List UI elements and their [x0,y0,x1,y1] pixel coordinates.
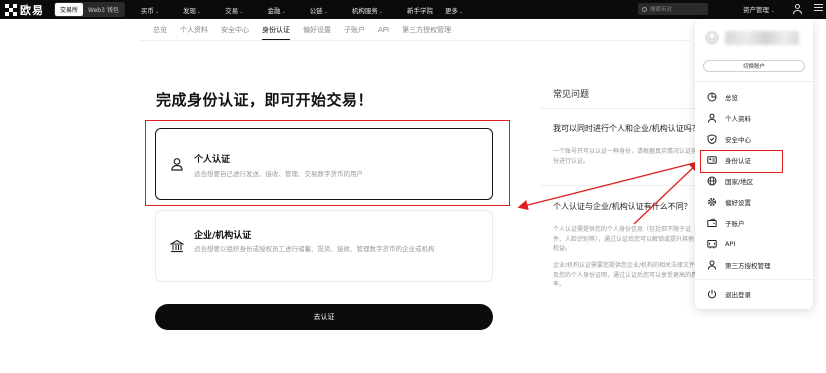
dropdown-item-api[interactable]: API [707,237,735,251]
shield-icon [707,134,717,144]
dropdown-item-overview[interactable]: 总览 [707,90,738,104]
page: 欧易 交易所 Web3 钱包 买币⌄ 发现⌄ 交易⌄ 金融⌄ 公链⌄ 机构服务⌄… [0,0,826,373]
dropdown-item-subaccount[interactable]: 子账户 [707,216,745,230]
switch-account-button[interactable]: 切换账户 [703,60,805,72]
dropdown-item-preferences[interactable]: 偏好设置 [707,195,751,209]
annotation-arrow [517,161,699,211]
dropdown-item-security[interactable]: 安全中心 [707,132,751,146]
annotation-arrow [633,161,700,225]
logout-button[interactable]: 退出登录 [707,287,751,301]
api-icon [707,239,717,249]
dropdown-divider [695,279,813,280]
dropdown-divider [695,81,813,82]
user-authorize-icon [707,260,717,270]
gear-icon [707,197,717,207]
wallet-icon [707,218,717,228]
person-icon [707,113,717,123]
avatar [705,31,719,45]
pie-chart-icon [707,92,717,102]
power-icon [707,289,717,299]
account-name-blurred [725,31,799,45]
highlight-box-verification-menu [700,150,783,173]
dropdown-item-profile[interactable]: 个人资料 [707,111,751,125]
dropdown-item-third-party[interactable]: 第三方授权管理 [707,258,771,272]
globe-icon [707,176,717,186]
dropdown-item-country[interactable]: 国家/地区 [707,174,753,188]
